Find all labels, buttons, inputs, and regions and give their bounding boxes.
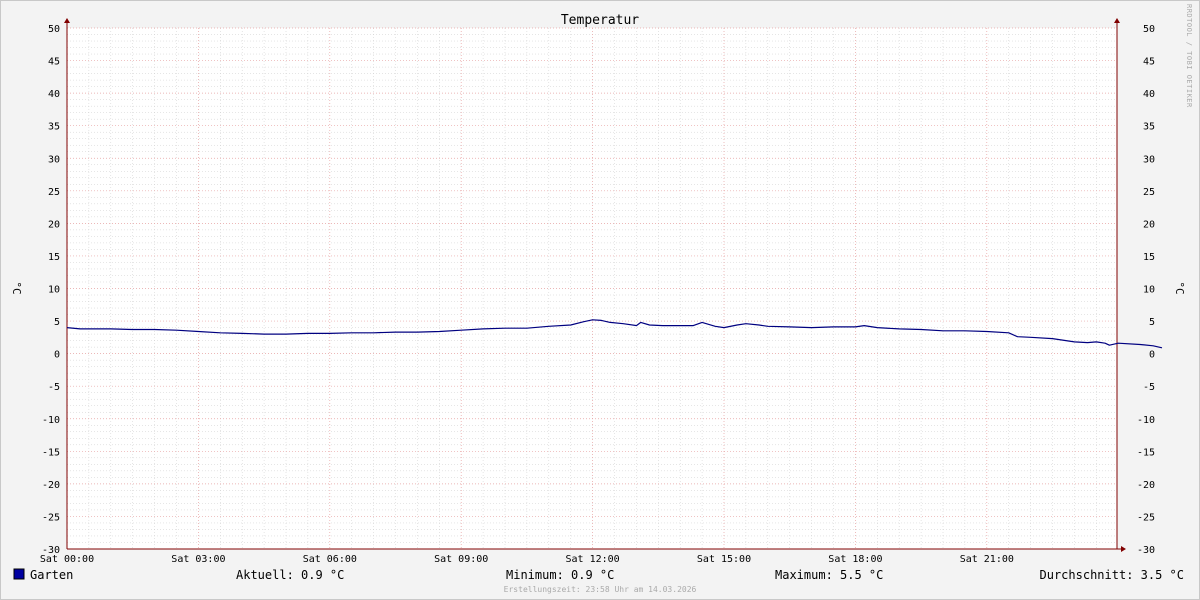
x-tick-label: Sat 18:00 xyxy=(828,554,882,565)
y-tick-label: 20 xyxy=(48,219,60,230)
y-tick-label: 25 xyxy=(1143,187,1155,198)
legend-aktuell: Aktuell: 0.9 °C xyxy=(236,568,344,582)
y-tick-label: 5 xyxy=(54,317,60,328)
y-tick-label: -5 xyxy=(1143,382,1155,393)
y-axis-arrow-right xyxy=(1114,18,1120,23)
y-tick-label: 40 xyxy=(48,89,60,100)
y-tick-label: -25 xyxy=(42,512,60,523)
y-axis-label-left: °C xyxy=(10,281,23,294)
x-tick-labels: Sat 00:00 Sat 03:00 Sat 06:00 Sat 09:00 Sat … xyxy=(40,554,1014,565)
watermark: RRDTOOL / TOBI OETIKER xyxy=(1185,4,1193,108)
y-tick-labels-right: 50454035302520151050-5-10-15-20-25-30 xyxy=(1137,24,1155,556)
y-tick-label: -20 xyxy=(1137,480,1155,491)
y-tick-label: 10 xyxy=(1143,285,1155,296)
legend-series-name: Garten xyxy=(30,568,73,582)
y-tick-label: -30 xyxy=(1137,545,1155,556)
y-tick-label: 35 xyxy=(1143,122,1155,133)
y-tick-label: 30 xyxy=(1143,154,1155,165)
y-tick-label: 25 xyxy=(48,187,60,198)
y-tick-label: 20 xyxy=(1143,219,1155,230)
legend-swatch-garten xyxy=(13,568,25,580)
y-tick-label: 10 xyxy=(48,285,60,296)
y-tick-label: -15 xyxy=(42,447,60,458)
y-tick-label: -10 xyxy=(1137,415,1155,426)
x-tick-label: Sat 09:00 xyxy=(434,554,488,565)
y-tick-label: 50 xyxy=(1143,24,1155,35)
y-tick-labels-left: 50454035302520151050-5-10-15-20-25-30 xyxy=(42,24,60,556)
x-tick-label: Sat 06:00 xyxy=(303,554,357,565)
y-tick-label: 15 xyxy=(1143,252,1155,263)
y-tick-label: 0 xyxy=(1149,350,1155,361)
x-tick-label: Sat 00:00 xyxy=(40,554,94,565)
legend-durchschnitt: Durchschnitt: 3.5 °C xyxy=(1040,568,1185,582)
y-tick-label: 45 xyxy=(48,57,60,68)
x-tick-label: Sat 21:00 xyxy=(960,554,1014,565)
y-tick-label: -10 xyxy=(42,415,60,426)
y-tick-label: 5 xyxy=(1149,317,1155,328)
x-tick-label: Sat 15:00 xyxy=(697,554,751,565)
y-tick-label: -20 xyxy=(42,480,60,491)
y-tick-label: 30 xyxy=(48,154,60,165)
y-tick-label: 40 xyxy=(1143,89,1155,100)
x-axis-arrow xyxy=(1121,546,1126,552)
y-tick-label: -25 xyxy=(1137,512,1155,523)
y-axis-label-right: °C xyxy=(1173,281,1186,294)
y-axis-arrow-left xyxy=(64,18,70,23)
y-tick-label: 35 xyxy=(48,122,60,133)
y-tick-label: 50 xyxy=(48,24,60,35)
x-tick-label: Sat 12:00 xyxy=(566,554,620,565)
footer-timestamp: Erstellungszeit: 23:58 Uhr am 14.03.2026 xyxy=(504,585,697,594)
temperature-chart: 50454035302520151050-5-10-15-20-25-30 50… xyxy=(10,4,1193,594)
y-tick-label: 15 xyxy=(48,252,60,263)
chart-title: Temperatur xyxy=(561,13,639,28)
x-tick-label: Sat 03:00 xyxy=(171,554,225,565)
legend-maximum: Maximum: 5.5 °C xyxy=(775,568,883,582)
y-tick-label: 0 xyxy=(54,350,60,361)
y-tick-label: -15 xyxy=(1137,447,1155,458)
legend-minimum: Minimum: 0.9 °C xyxy=(506,568,614,582)
y-tick-label: -5 xyxy=(48,382,60,393)
y-tick-label: 45 xyxy=(1143,57,1155,68)
